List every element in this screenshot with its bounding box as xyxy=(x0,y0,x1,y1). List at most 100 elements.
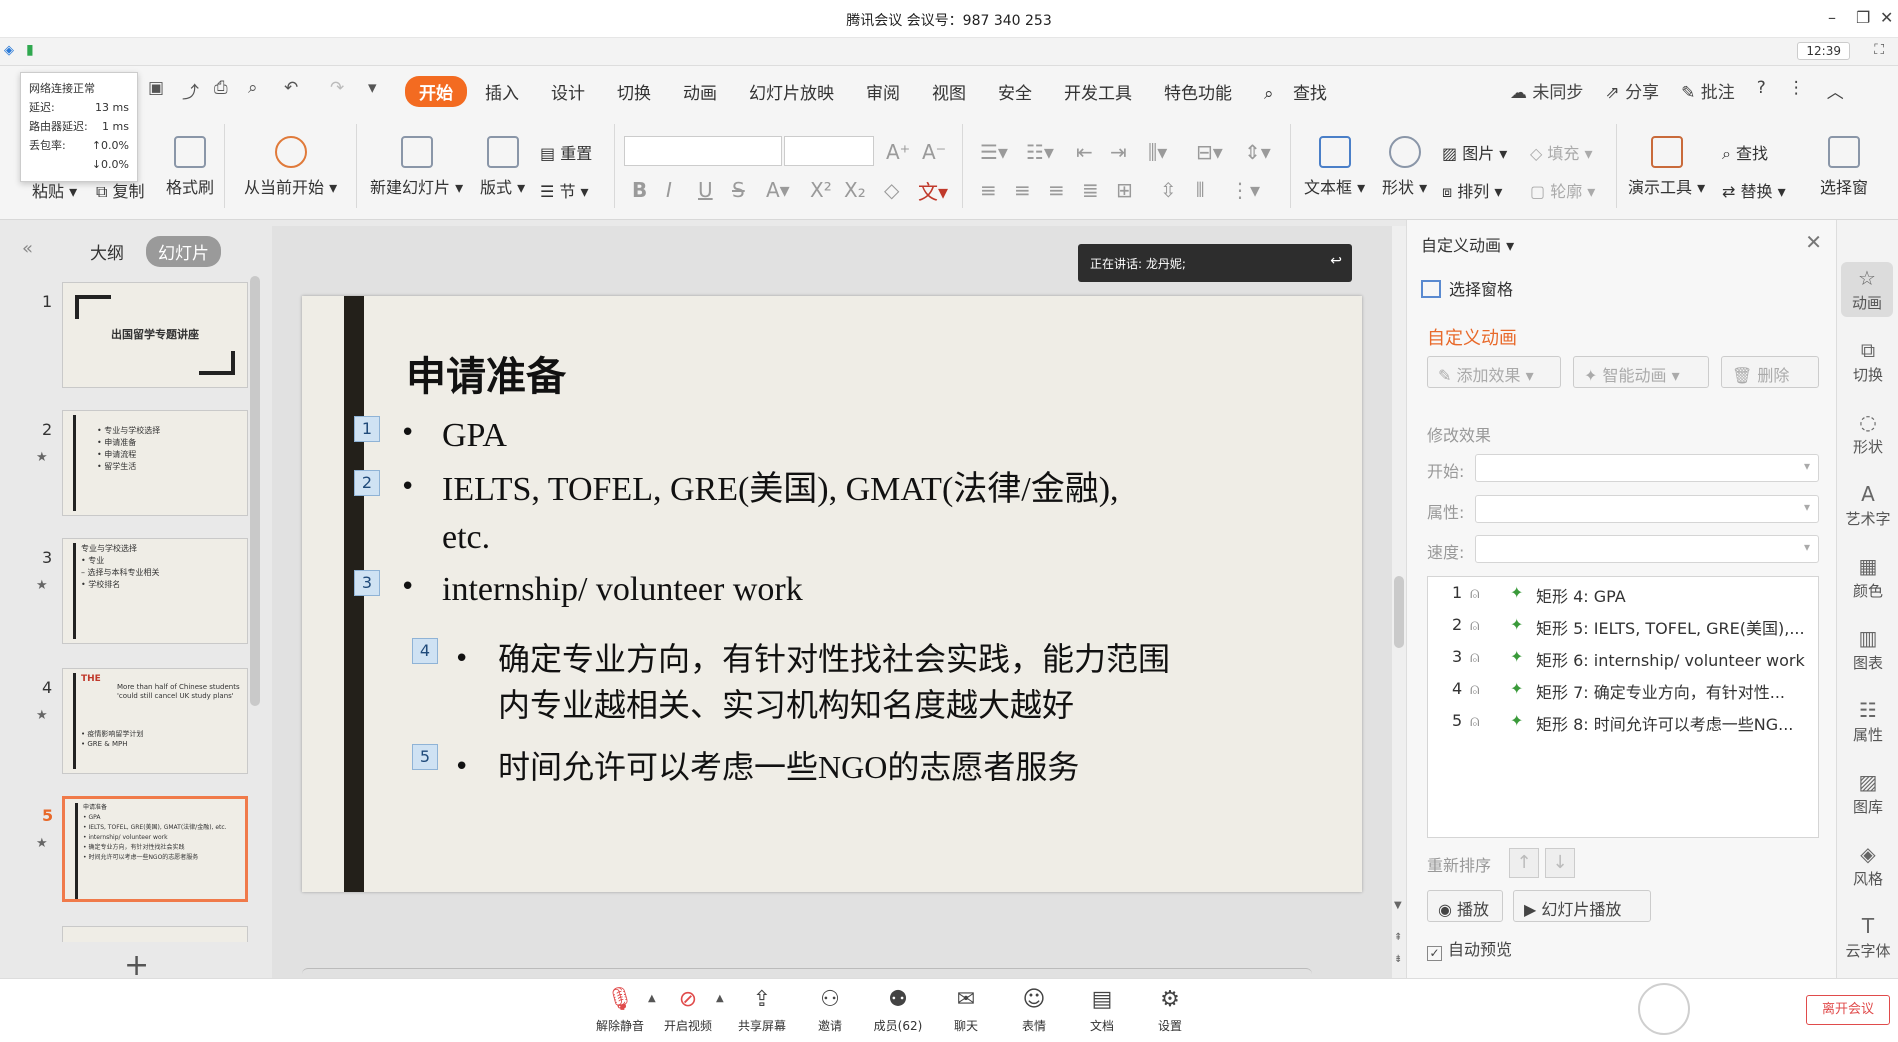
tab-insert[interactable]: 插入 xyxy=(471,76,533,107)
superscript-icon[interactable]: X² xyxy=(810,178,832,202)
select-pane-button[interactable]: 选择窗 xyxy=(1820,136,1868,198)
outdent-icon[interactable]: ⇤ xyxy=(1076,140,1093,164)
undo-icon[interactable]: ↶ xyxy=(284,78,298,98)
new-slide-button[interactable]: 新建幻灯片 ▾ xyxy=(370,136,463,198)
collapse-pane-icon[interactable]: « xyxy=(22,238,33,259)
reset-button[interactable]: ▤ 重置 xyxy=(540,140,592,164)
animation-tag[interactable]: 3 xyxy=(354,570,380,596)
align-center-icon[interactable]: ≡ xyxy=(1014,178,1031,202)
emoji-button[interactable]: ☺ 表情 xyxy=(1004,987,1064,1034)
document-button[interactable]: ▤ 文档 xyxy=(1072,987,1132,1034)
sidebar-style[interactable]: ◈ 风格 xyxy=(1837,842,1898,889)
sync-button[interactable]: ☁ 未同步 xyxy=(1510,78,1583,103)
video-options-icon[interactable]: ▲ xyxy=(716,993,724,1004)
more-icon[interactable]: ⋮ xyxy=(1788,78,1805,103)
share-screen-button[interactable]: ⇪ 共享屏幕 xyxy=(732,987,792,1034)
sidebar-wordart[interactable]: A 艺术字 xyxy=(1837,482,1898,529)
restore-icon[interactable]: ❐ xyxy=(1856,8,1870,27)
comment-button[interactable]: ✎ 批注 xyxy=(1681,78,1735,103)
selection-pane-button[interactable]: 选择窗格 xyxy=(1421,276,1513,300)
close-icon[interactable]: ✕ xyxy=(1880,8,1893,27)
tab-review[interactable]: 审阅 xyxy=(852,76,914,107)
members-button[interactable]: ⚉ 成员(62) xyxy=(868,987,928,1034)
mic-options-icon[interactable]: ▲ xyxy=(648,993,656,1004)
search-button[interactable]: ⌕ 查找 xyxy=(1250,76,1359,107)
sidebar-animation[interactable]: ☆ 动画 xyxy=(1841,262,1893,317)
arrange-button[interactable]: ⧈ 排列 ▾ xyxy=(1442,178,1502,202)
tab-developer[interactable]: 开发工具 xyxy=(1050,76,1146,107)
spacing-icon[interactable]: ⇳ xyxy=(1160,178,1177,202)
unmute-button[interactable]: 🎙 解除静音 xyxy=(590,987,650,1034)
redo-icon[interactable]: ↷ xyxy=(330,78,344,98)
sidebar-gallery[interactable]: ▨ 图库 xyxy=(1837,770,1898,817)
scroll-down-icon[interactable]: ▼ xyxy=(1394,900,1402,911)
presentation-tools-button[interactable]: 演示工具 ▾ xyxy=(1628,136,1705,198)
paragraph-icon[interactable]: ⋮▾ xyxy=(1230,178,1260,202)
tab-transition[interactable]: 切换 xyxy=(603,76,665,107)
font-name-select[interactable] xyxy=(624,136,782,166)
align-right-icon[interactable]: ≡ xyxy=(1048,178,1065,202)
back-icon[interactable]: ↩ xyxy=(1330,253,1342,269)
find-button[interactable]: ⌕ 查找 xyxy=(1722,140,1768,164)
move-up-icon[interactable]: ↑ xyxy=(1509,848,1539,878)
from-current-button[interactable]: 从当前开始 ▾ xyxy=(244,136,337,198)
quick-access-menu-icon[interactable]: ▾ xyxy=(368,78,377,98)
scroll-thumb[interactable] xyxy=(1394,576,1404,648)
slide-thumbnail-5[interactable]: 申请准备 • GPA • IELTS, TOFEL, GRE(美国), GMAT(法… xyxy=(62,796,248,902)
subscript-icon[interactable]: X₂ xyxy=(844,178,866,202)
sidebar-chart[interactable]: ▥ 图表 xyxy=(1837,626,1898,673)
bold-icon[interactable]: B xyxy=(632,178,647,202)
font-size-select[interactable] xyxy=(784,136,874,166)
print-icon[interactable]: ⎙ xyxy=(214,78,228,98)
sidebar-color[interactable]: ▦ 颜色 xyxy=(1837,554,1898,601)
share-button[interactable]: ⇗ 分享 xyxy=(1605,78,1659,103)
slideshow-button[interactable]: ▶ 幻灯片播放 xyxy=(1513,890,1651,922)
line-spacing-icon[interactable]: ⇕▾ xyxy=(1244,140,1271,164)
text-direction-icon[interactable]: ⫼▾ xyxy=(1148,140,1167,164)
collapse-ribbon-icon[interactable]: ︿ xyxy=(1827,78,1844,103)
slide-thumbnail-3[interactable]: 专业与学校选择 • 专业 – 选择与本科专业相关 • 学校排名 xyxy=(62,538,248,644)
fullscreen-icon[interactable]: ⛶ xyxy=(1874,42,1884,58)
property-select[interactable] xyxy=(1475,495,1819,523)
fill-button[interactable]: ◇ 填充 ▾ xyxy=(1530,140,1593,164)
move-down-icon[interactable]: ↓ xyxy=(1545,848,1575,878)
underline-icon[interactable]: U xyxy=(698,178,713,202)
slide-thumbnail-1[interactable]: 出国留学专题讲座 xyxy=(62,282,248,388)
slide-thumbnail-2[interactable]: • 专业与学校选择 • 申请准备 • 申请流程 • 留学生活 xyxy=(62,410,248,516)
canvas-scrollbar[interactable]: ▼ ⇞ ⇟ xyxy=(1392,226,1406,978)
animation-tag[interactable]: 2 xyxy=(354,470,380,496)
textbox-button[interactable]: 文本框 ▾ xyxy=(1304,136,1365,198)
speed-select[interactable] xyxy=(1475,535,1819,563)
strikethrough-icon[interactable]: S xyxy=(732,178,745,202)
play-button[interactable]: ◉ 播放 xyxy=(1427,890,1503,922)
font-grow-icon[interactable]: A⁺ xyxy=(886,140,910,164)
pinyin-icon[interactable]: 文▾ xyxy=(918,176,948,205)
bullet-list-icon[interactable]: ☰▾ xyxy=(980,140,1008,164)
tab-home[interactable]: 开始 xyxy=(405,76,467,107)
align-left-icon[interactable]: ≡ xyxy=(980,178,997,202)
section-button[interactable]: ☰ 节 ▾ xyxy=(540,178,589,202)
tab-design[interactable]: 设计 xyxy=(537,76,599,107)
minimize-icon[interactable]: – xyxy=(1828,8,1836,27)
tab-features[interactable]: 特色功能 xyxy=(1150,76,1246,107)
tab-slides[interactable]: 幻灯片 xyxy=(146,236,221,267)
notes-divider[interactable] xyxy=(302,968,1312,978)
animation-tag[interactable]: 4 xyxy=(412,638,438,664)
tab-security[interactable]: 安全 xyxy=(984,76,1046,107)
tab-slideshow[interactable]: 幻灯片放映 xyxy=(735,76,848,107)
font-shrink-icon[interactable]: A⁻ xyxy=(922,140,946,164)
slide-thumbnail-6[interactable] xyxy=(62,926,248,942)
chat-button[interactable]: ✉ 聊天 xyxy=(936,987,996,1034)
slide[interactable]: 申请准备 1 • GPA 2 • IELTS, TOFEL, GRE(美国), … xyxy=(302,296,1362,892)
sidebar-properties[interactable]: ☷ 属性 xyxy=(1837,698,1898,745)
clear-format-icon[interactable]: ◇ xyxy=(884,178,899,202)
numbered-list-icon[interactable]: ☷▾ xyxy=(1026,140,1054,164)
layout-button[interactable]: 版式 ▾ xyxy=(480,136,525,198)
close-pane-icon[interactable]: ✕ xyxy=(1805,230,1822,254)
columns-icon[interactable]: ⫴ xyxy=(1196,178,1204,202)
justify-icon[interactable]: ≣ xyxy=(1082,178,1099,202)
replace-button[interactable]: ⇄ 替换 ▾ xyxy=(1722,178,1786,202)
sidebar-transition[interactable]: ⧉ 切换 xyxy=(1837,338,1898,385)
outline-button[interactable]: ▢ 轮廓 ▾ xyxy=(1530,178,1595,202)
add-effect-button[interactable]: ✎ 添加效果 ▾ xyxy=(1427,356,1561,388)
